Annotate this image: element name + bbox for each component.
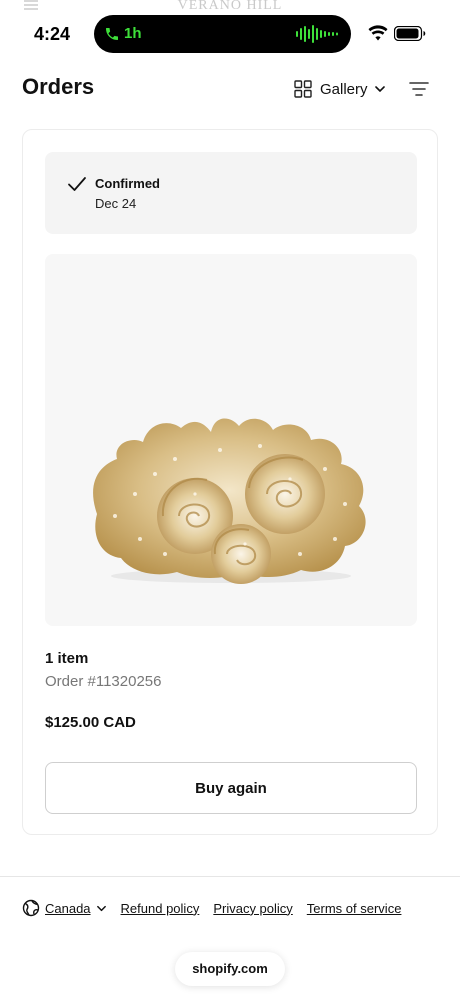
refund-policy-link[interactable]: Refund policy [121, 901, 200, 916]
filter-icon[interactable] [408, 79, 430, 99]
product-image[interactable] [45, 254, 417, 626]
status-time: 4:24 [34, 24, 71, 44]
footer-divider [0, 876, 460, 877]
phone-icon [106, 28, 118, 40]
order-total: $125.00 CAD [45, 714, 136, 731]
dynamic-island-call[interactable]: 1h [94, 15, 351, 53]
product-photo-clutch [93, 418, 366, 584]
view-mode-label: Gallery [320, 80, 368, 98]
order-status-box: Confirmed Dec 24 [45, 152, 417, 234]
orders-header: Orders Gallery [0, 62, 460, 114]
chevron-down-icon [96, 905, 106, 911]
order-number: Order #11320256 [45, 673, 162, 690]
view-mode-dropdown[interactable]: Gallery [294, 78, 386, 100]
shopify-link[interactable]: shopify.com [175, 952, 285, 986]
wifi-icon [368, 25, 388, 41]
status-bar: VERANO HILL 4:24 1h [0, 0, 460, 62]
battery-icon [394, 26, 426, 41]
order-card[interactable]: Confirmed Dec 24 1 item Order #11320256 … [22, 129, 438, 835]
terms-of-service-link[interactable]: Terms of service [307, 901, 402, 916]
store-brand-faded: VERANO HILL [177, 0, 283, 13]
chevron-down-icon [374, 86, 385, 92]
order-status-date: Dec 24 [95, 196, 137, 211]
audio-wave-icon [296, 25, 338, 43]
country-selector[interactable]: Canada [22, 899, 107, 917]
country-label: Canada [45, 900, 91, 916]
call-duration: 1h [124, 25, 142, 42]
globe-icon [22, 899, 40, 917]
footer-links: Canada Refund policy Privacy policy Term… [22, 898, 401, 918]
grid-icon [294, 80, 312, 98]
page-title: Orders [22, 74, 95, 99]
order-status: Confirmed [95, 176, 160, 191]
check-icon [68, 177, 86, 191]
item-count: 1 item [45, 650, 89, 667]
buy-again-button[interactable]: Buy again [45, 762, 417, 814]
privacy-policy-link[interactable]: Privacy policy [213, 901, 292, 916]
